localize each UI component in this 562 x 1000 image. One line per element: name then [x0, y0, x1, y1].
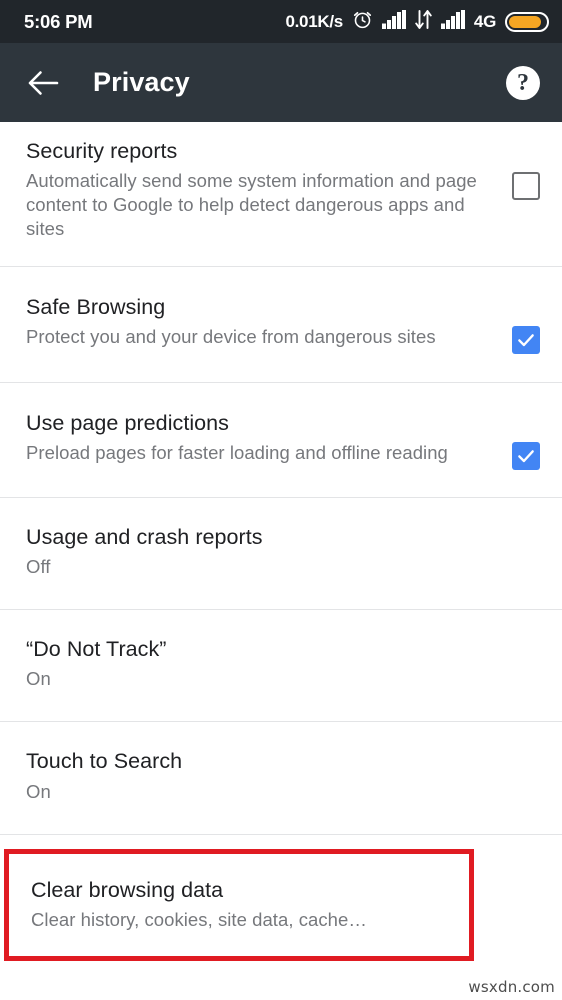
setting-title: Security reports: [26, 139, 178, 163]
setting-row-do-not-track[interactable]: “Do Not Track” On: [0, 609, 562, 722]
row-text-block: “Do Not Track” On: [26, 637, 540, 691]
setting-title: Safe Browsing: [26, 294, 166, 319]
highlight-annotation-box: Clear browsing data Clear history, cooki…: [4, 848, 474, 962]
setting-summary: Off: [26, 555, 51, 577]
checkmark-icon: [518, 449, 534, 462]
row-control-block: [486, 325, 540, 354]
status-indicators: 0.01K/s 4G: [285, 9, 549, 35]
row-text-block: Touch to Search On: [26, 749, 540, 803]
setting-row-safe-browsing[interactable]: Safe Browsing Protect you and your devic…: [0, 266, 562, 382]
status-clock: 5:06 PM: [24, 10, 93, 32]
back-arrow-icon[interactable]: [26, 66, 60, 100]
setting-title: Use page predictions: [26, 410, 229, 435]
network-speed-label: 0.01K/s: [285, 11, 343, 31]
data-transfer-icon: [415, 9, 432, 34]
setting-row-security-reports[interactable]: Security reports Automatically send some…: [0, 122, 562, 266]
setting-summary: On: [26, 780, 51, 802]
setting-title: “Do Not Track”: [26, 636, 167, 661]
app-bar: Privacy ?: [0, 43, 562, 122]
row-control-block: [486, 441, 540, 470]
row-text-block: Use page predictions Preload pages for f…: [26, 411, 486, 465]
watermark: wsxdn.com: [468, 978, 555, 996]
row-text-block: Safe Browsing Protect you and your devic…: [26, 295, 486, 349]
setting-row-page-predictions[interactable]: Use page predictions Preload pages for f…: [0, 382, 562, 497]
row-text-block: Security reports Automatically send some…: [26, 139, 486, 242]
setting-summary: On: [26, 668, 51, 690]
page-title: Privacy: [93, 67, 190, 97]
setting-title: Clear browsing data: [31, 877, 224, 902]
setting-row-touch-to-search[interactable]: Touch to Search On: [0, 722, 562, 834]
privacy-settings-screen: 5:06 PM 0.01K/s 4G Privacy ? Security re…: [0, 0, 562, 1000]
checkbox-page-predictions[interactable]: [512, 441, 540, 470]
alarm-clock-icon: [352, 9, 373, 35]
signal-bars-icon-secondary: [440, 9, 465, 34]
setting-summary: Preload pages for faster loading and off…: [26, 441, 448, 463]
row-text-block: Clear browsing data Clear history, cooki…: [31, 878, 447, 932]
signal-bars-icon: [381, 9, 406, 34]
battery-icon: [505, 11, 549, 32]
settings-list: Security reports Automatically send some…: [0, 122, 562, 962]
list-divider: [0, 833, 562, 835]
setting-summary: Clear history, cookies, site data, cache…: [31, 909, 367, 931]
setting-title: Touch to Search: [26, 749, 183, 774]
setting-row-usage-crash-reports[interactable]: Usage and crash reports Off: [0, 497, 562, 609]
checkbox-safe-browsing[interactable]: [512, 325, 540, 354]
help-icon[interactable]: ?: [506, 65, 540, 100]
checkmark-icon: [518, 333, 534, 346]
setting-title: Usage and crash reports: [26, 524, 263, 549]
battery-fill: [509, 15, 541, 28]
network-type-label: 4G: [473, 11, 496, 31]
setting-summary: Automatically send some system informati…: [26, 170, 477, 240]
setting-row-clear-browsing-data[interactable]: Clear browsing data Clear history, cooki…: [9, 853, 469, 957]
status-bar: 5:06 PM 0.01K/s 4G: [0, 0, 562, 43]
setting-summary: Protect you and your device from dangero…: [26, 325, 436, 347]
checkbox-security-reports[interactable]: [512, 172, 540, 200]
row-text-block: Usage and crash reports Off: [26, 525, 540, 579]
row-control-block: [486, 172, 540, 200]
